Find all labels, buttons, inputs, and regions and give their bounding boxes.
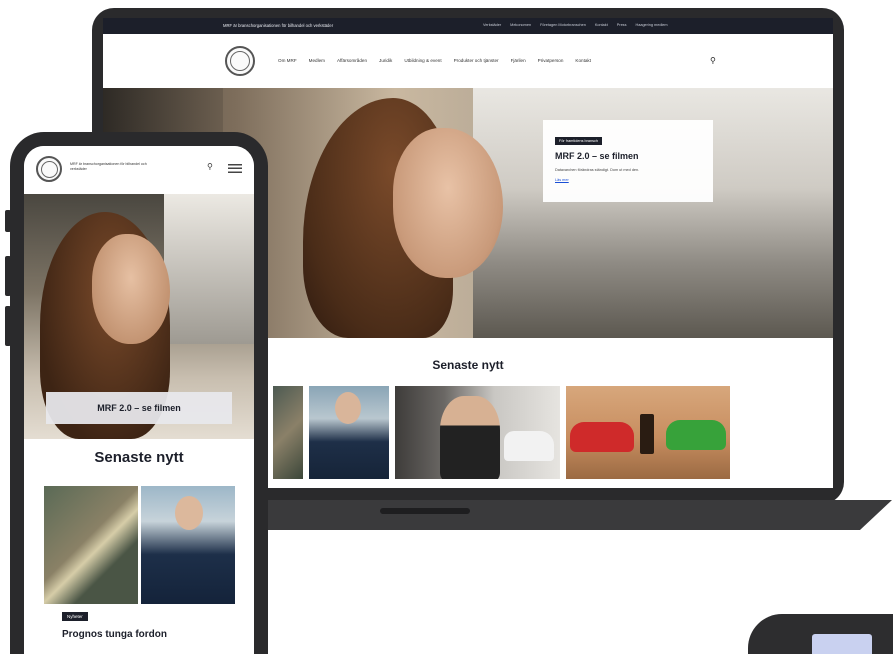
mrf-logo-icon[interactable] [225, 46, 255, 76]
phone-news-heading: Senaste nytt [94, 449, 184, 466]
news-thumbnails [273, 386, 730, 479]
news-thumb-man-car-dealer[interactable] [395, 386, 560, 479]
phone-news-thumb-train[interactable] [44, 486, 138, 604]
search-icon[interactable]: ⚲ [710, 56, 716, 65]
phone-hero: MRF 2.0 – se filmen [24, 194, 254, 439]
phone-article-tag: Nyheter [62, 612, 88, 621]
nav-items: Om MRF Medlem Affärsområden Juridik Utbi… [278, 58, 591, 63]
man-head [175, 496, 203, 530]
hamburger-menu-icon[interactable] [228, 164, 242, 173]
white-car [504, 431, 554, 461]
device-mockup-stage: MRF är branschorganisationen för bilhand… [0, 0, 893, 654]
news-thumb-toy-cars-gavel[interactable] [566, 386, 730, 479]
nav-item-utbildning[interactable]: Utbildning & event [404, 58, 441, 63]
phone-side-button [5, 210, 11, 232]
mrf-logo-icon[interactable] [36, 156, 62, 182]
phone-org-name: MRF är branschorganisationen för bilhand… [70, 162, 147, 171]
hero-tag: För framtidens bransch [555, 137, 603, 145]
utility-link-foretagen[interactable]: Företagen Motorbranschen [540, 23, 586, 27]
red-toy-car [570, 422, 634, 452]
man-head [335, 392, 361, 424]
nav-item-affarsomraden[interactable]: Affärsområden [337, 58, 367, 63]
phone-hero-window [164, 194, 254, 344]
nav-item-medlem[interactable]: Medlem [309, 58, 325, 63]
phone-volume-down [5, 306, 11, 346]
hero-description: Datavarchen förändras ständigt. Dom ut m… [555, 168, 640, 172]
utility-link-kontakt[interactable]: Kontakt [595, 23, 608, 27]
news-thumb-man-portrait[interactable] [309, 386, 389, 479]
utility-link-member[interactable]: Haagering medlem [635, 23, 667, 27]
phone-hero-face [92, 234, 170, 344]
phone-article-title[interactable]: Prognos tunga fordon [62, 629, 167, 640]
nav-item-privatperson[interactable]: Privatperson [538, 58, 564, 63]
utility-link-mekonomen[interactable]: Mekonomen [510, 23, 531, 27]
news-thumb-train[interactable] [273, 386, 303, 479]
nav-item-juridik[interactable]: Juridik [379, 58, 392, 63]
nav-item-om-mrf[interactable]: Om MRF [278, 58, 297, 63]
utility-link-verkstader[interactable]: Verkstäder [483, 23, 501, 27]
hero-card: För framtidens bransch MRF 2.0 – se film… [543, 120, 713, 202]
utility-org-name: MRF är branschorganisationen för bilhand… [223, 23, 334, 28]
green-toy-car [666, 420, 726, 450]
main-navigation: Om MRF Medlem Affärsområden Juridik Utbi… [103, 34, 833, 88]
utility-link-press[interactable]: Press [617, 23, 627, 27]
hero-title: MRF 2.0 – se filmen [555, 151, 639, 161]
utility-links: Verkstäder Mekonomen Företagen Motorbran… [483, 23, 668, 27]
partial-device-screen [812, 634, 872, 654]
nav-item-kontakt[interactable]: Kontakt [575, 58, 591, 63]
phone-volume-up [5, 256, 11, 296]
nav-item-produkter[interactable]: Produkter och tjänster [454, 58, 499, 63]
phone-hero-film-button[interactable]: MRF 2.0 – se filmen [46, 392, 232, 424]
laptop-notch [380, 508, 470, 514]
phone-header: MRF är branschorganisationen för bilhand… [24, 146, 254, 194]
hero-read-more-link[interactable]: Läs mer [555, 178, 701, 182]
nav-item-fjarilen[interactable]: Fjärilen [511, 58, 526, 63]
utility-bar: MRF är branschorganisationen för bilhand… [103, 18, 833, 34]
phone-news-thumbnails [44, 486, 235, 604]
search-icon[interactable]: ⚲ [207, 162, 213, 171]
dealer-person [440, 396, 500, 479]
gavel-icon [640, 414, 654, 454]
phone-news-thumb-man[interactable] [141, 486, 235, 604]
